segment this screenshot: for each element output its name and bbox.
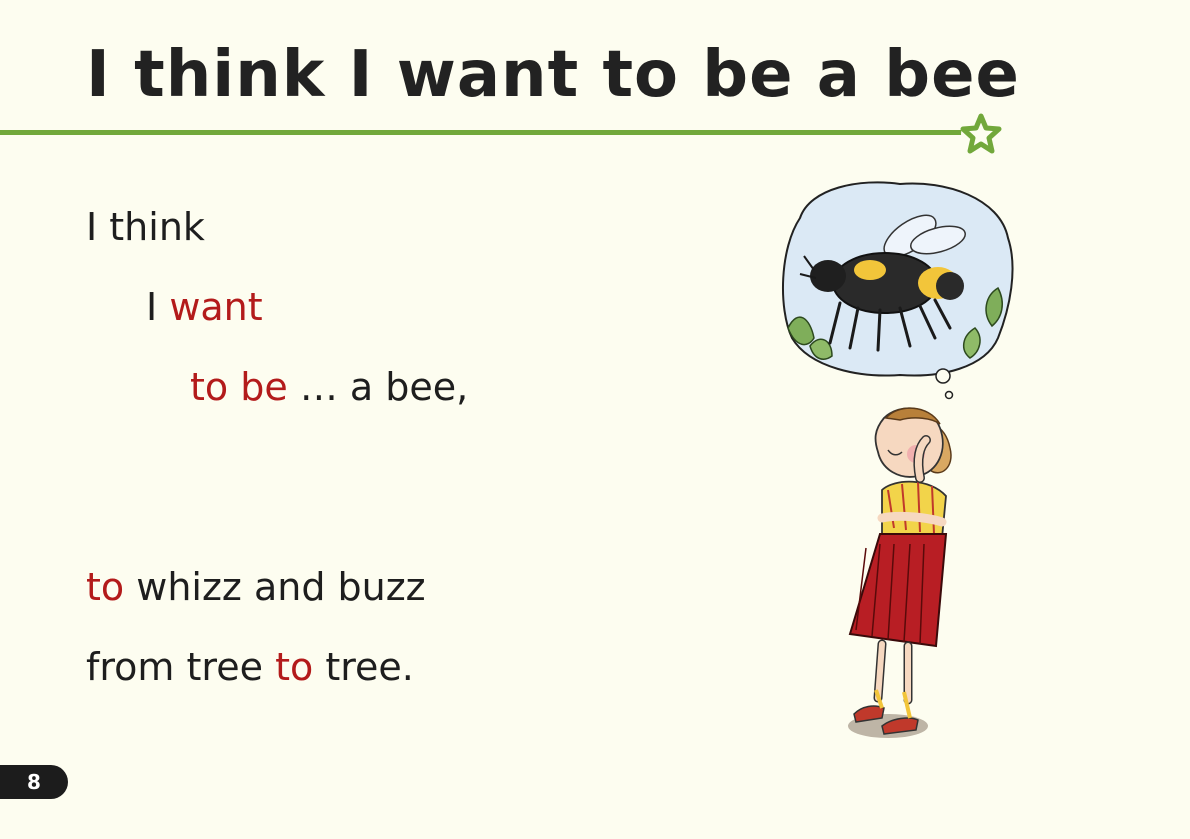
title-underline xyxy=(0,130,968,135)
page-title: I think I want to be a bee xyxy=(86,38,1020,112)
poem-text: from tree xyxy=(86,645,263,689)
poem-highlight-word: to xyxy=(275,645,314,689)
poem-highlight-word: to xyxy=(86,565,125,609)
poem-text: tree. xyxy=(325,645,414,689)
poem-text: I think xyxy=(86,205,205,249)
poem-line-4: to whizz and buzz xyxy=(86,565,426,609)
poem-line-5: from tree to tree. xyxy=(86,645,414,689)
star-icon xyxy=(960,113,1002,154)
girl-dreaming-of-bee-illustration xyxy=(781,181,1014,738)
poem-highlight-word: to be xyxy=(190,365,288,409)
page-number: 8 xyxy=(0,765,68,799)
poem-text: … a bee, xyxy=(299,365,469,409)
poem-line-2: I want xyxy=(146,285,263,329)
poem-text: whizz and buzz xyxy=(136,565,426,609)
poem-highlight-word: want xyxy=(169,285,263,329)
girl-icon xyxy=(848,407,952,738)
poem-line-3: to be … a bee, xyxy=(190,365,468,409)
poem-line-1: I think xyxy=(86,205,205,249)
poem-text: I xyxy=(146,285,158,329)
